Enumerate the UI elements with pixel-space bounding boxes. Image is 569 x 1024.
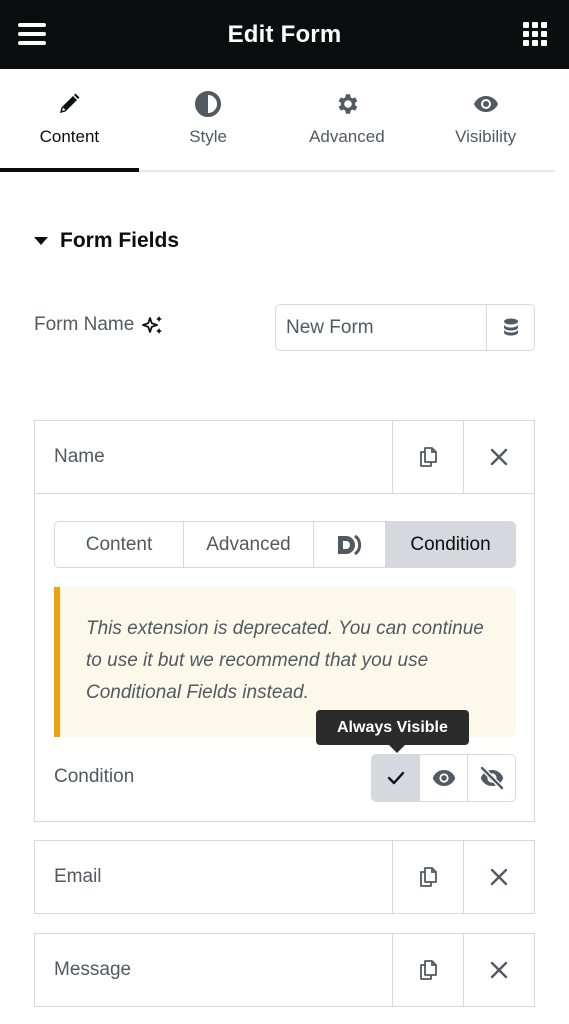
panel-tabs: Content Style Advanced Visibility — [0, 69, 555, 172]
close-icon — [490, 448, 508, 466]
repeater-item-name: Name Content Advanced Condition This ext… — [34, 420, 535, 822]
copy-icon — [420, 447, 437, 467]
duplicate-button[interactable] — [392, 421, 463, 493]
copy-icon — [420, 867, 437, 887]
pencil-icon — [57, 91, 81, 117]
remove-button[interactable] — [463, 841, 534, 913]
repeater-item-title[interactable]: Name — [35, 421, 392, 493]
sparkle-icon[interactable] — [142, 315, 164, 335]
condition-choices — [371, 754, 516, 802]
condition-always-visible[interactable] — [372, 755, 420, 801]
hamburger-icon — [18, 32, 46, 36]
form-name-field — [275, 304, 535, 351]
repeater-item-message: Message — [34, 933, 535, 1007]
eye-slash-icon — [479, 766, 504, 790]
menu-button[interactable] — [18, 22, 48, 46]
hamburger-icon — [18, 41, 46, 45]
eye-icon — [472, 91, 500, 117]
copy-icon — [420, 960, 437, 980]
dynamic-d-icon — [337, 534, 361, 555]
condition-show[interactable] — [420, 755, 468, 801]
close-icon — [490, 961, 508, 979]
tab-visibility[interactable]: Visibility — [416, 69, 555, 170]
tab-content[interactable]: Content — [0, 69, 139, 172]
section-toggle-form-fields[interactable]: Form Fields — [34, 229, 179, 253]
inner-tab-dynamic[interactable] — [314, 522, 386, 567]
tab-label: Content — [39, 127, 100, 146]
tab-label: Visibility — [455, 127, 517, 146]
field-inner-tabs: Content Advanced Condition — [54, 521, 516, 568]
panel-title: Edit Form — [227, 20, 342, 48]
half-circle-icon — [195, 91, 222, 117]
remove-button[interactable] — [463, 421, 534, 493]
inner-tab-condition[interactable]: Condition — [386, 522, 515, 567]
hamburger-icon — [18, 23, 46, 27]
tab-label: Style — [189, 127, 228, 146]
repeater-item-email: Email — [34, 840, 535, 914]
repeater-item-title[interactable]: Message — [35, 934, 392, 1006]
widgets-grid-button[interactable] — [523, 22, 547, 46]
condition-label: Condition — [54, 766, 135, 787]
form-name-label-text: Form Name — [34, 314, 135, 335]
form-name-input[interactable] — [276, 305, 486, 350]
remove-button[interactable] — [463, 934, 534, 1006]
dynamic-tags-button[interactable] — [486, 305, 534, 350]
database-icon — [503, 318, 518, 335]
tab-advanced[interactable]: Advanced — [278, 69, 417, 170]
tooltip-always-visible: Always Visible — [316, 710, 469, 753]
section-title: Form Fields — [60, 229, 180, 252]
condition-hide[interactable] — [468, 755, 515, 801]
repeater-item-body: Content Advanced Condition This extensio… — [35, 493, 534, 821]
duplicate-button[interactable] — [392, 841, 463, 913]
close-icon — [490, 868, 508, 886]
panel-header: Edit Form — [0, 0, 569, 69]
tab-label: Advanced — [309, 127, 385, 146]
caret-down-icon — [34, 237, 48, 245]
inner-tab-content[interactable]: Content — [55, 522, 184, 567]
inner-tab-advanced[interactable]: Advanced — [184, 522, 314, 567]
duplicate-button[interactable] — [392, 934, 463, 1006]
gear-icon — [334, 91, 360, 117]
eye-icon — [432, 770, 455, 786]
tab-style[interactable]: Style — [139, 69, 278, 170]
repeater-item-title[interactable]: Email — [35, 841, 392, 913]
form-name-label: Form Name — [34, 314, 164, 336]
check-icon — [387, 771, 404, 785]
